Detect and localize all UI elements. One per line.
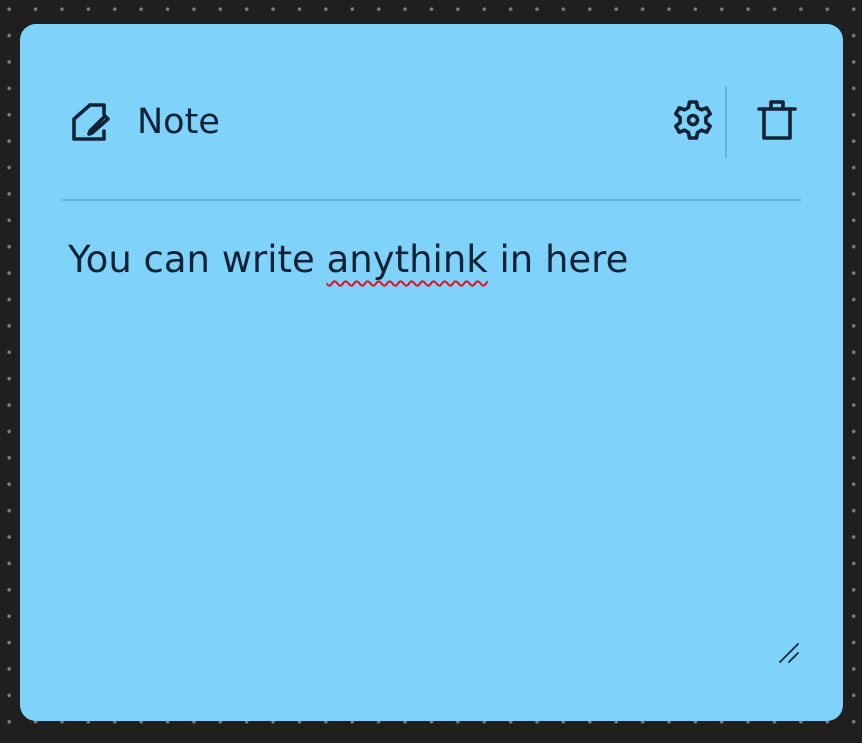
- note-header: Note: [62, 84, 801, 164]
- note-text-segment: You can write: [68, 238, 327, 281]
- misspelled-word[interactable]: anythink: [327, 238, 488, 281]
- note-title: Note: [137, 102, 220, 142]
- header-divider: [725, 86, 727, 158]
- delete-button[interactable]: [753, 98, 801, 146]
- trash-icon: [755, 98, 799, 146]
- resize-handle-icon[interactable]: [777, 641, 801, 665]
- note-edit-icon: [68, 100, 112, 144]
- note-text-area[interactable]: You can write anythink in here: [68, 236, 795, 641]
- header-separator: [62, 199, 801, 201]
- note-text-segment: in here: [487, 238, 629, 281]
- gear-icon: [671, 98, 715, 146]
- settings-button[interactable]: [669, 98, 717, 146]
- note-card[interactable]: Note You can write anythink in here: [20, 24, 843, 721]
